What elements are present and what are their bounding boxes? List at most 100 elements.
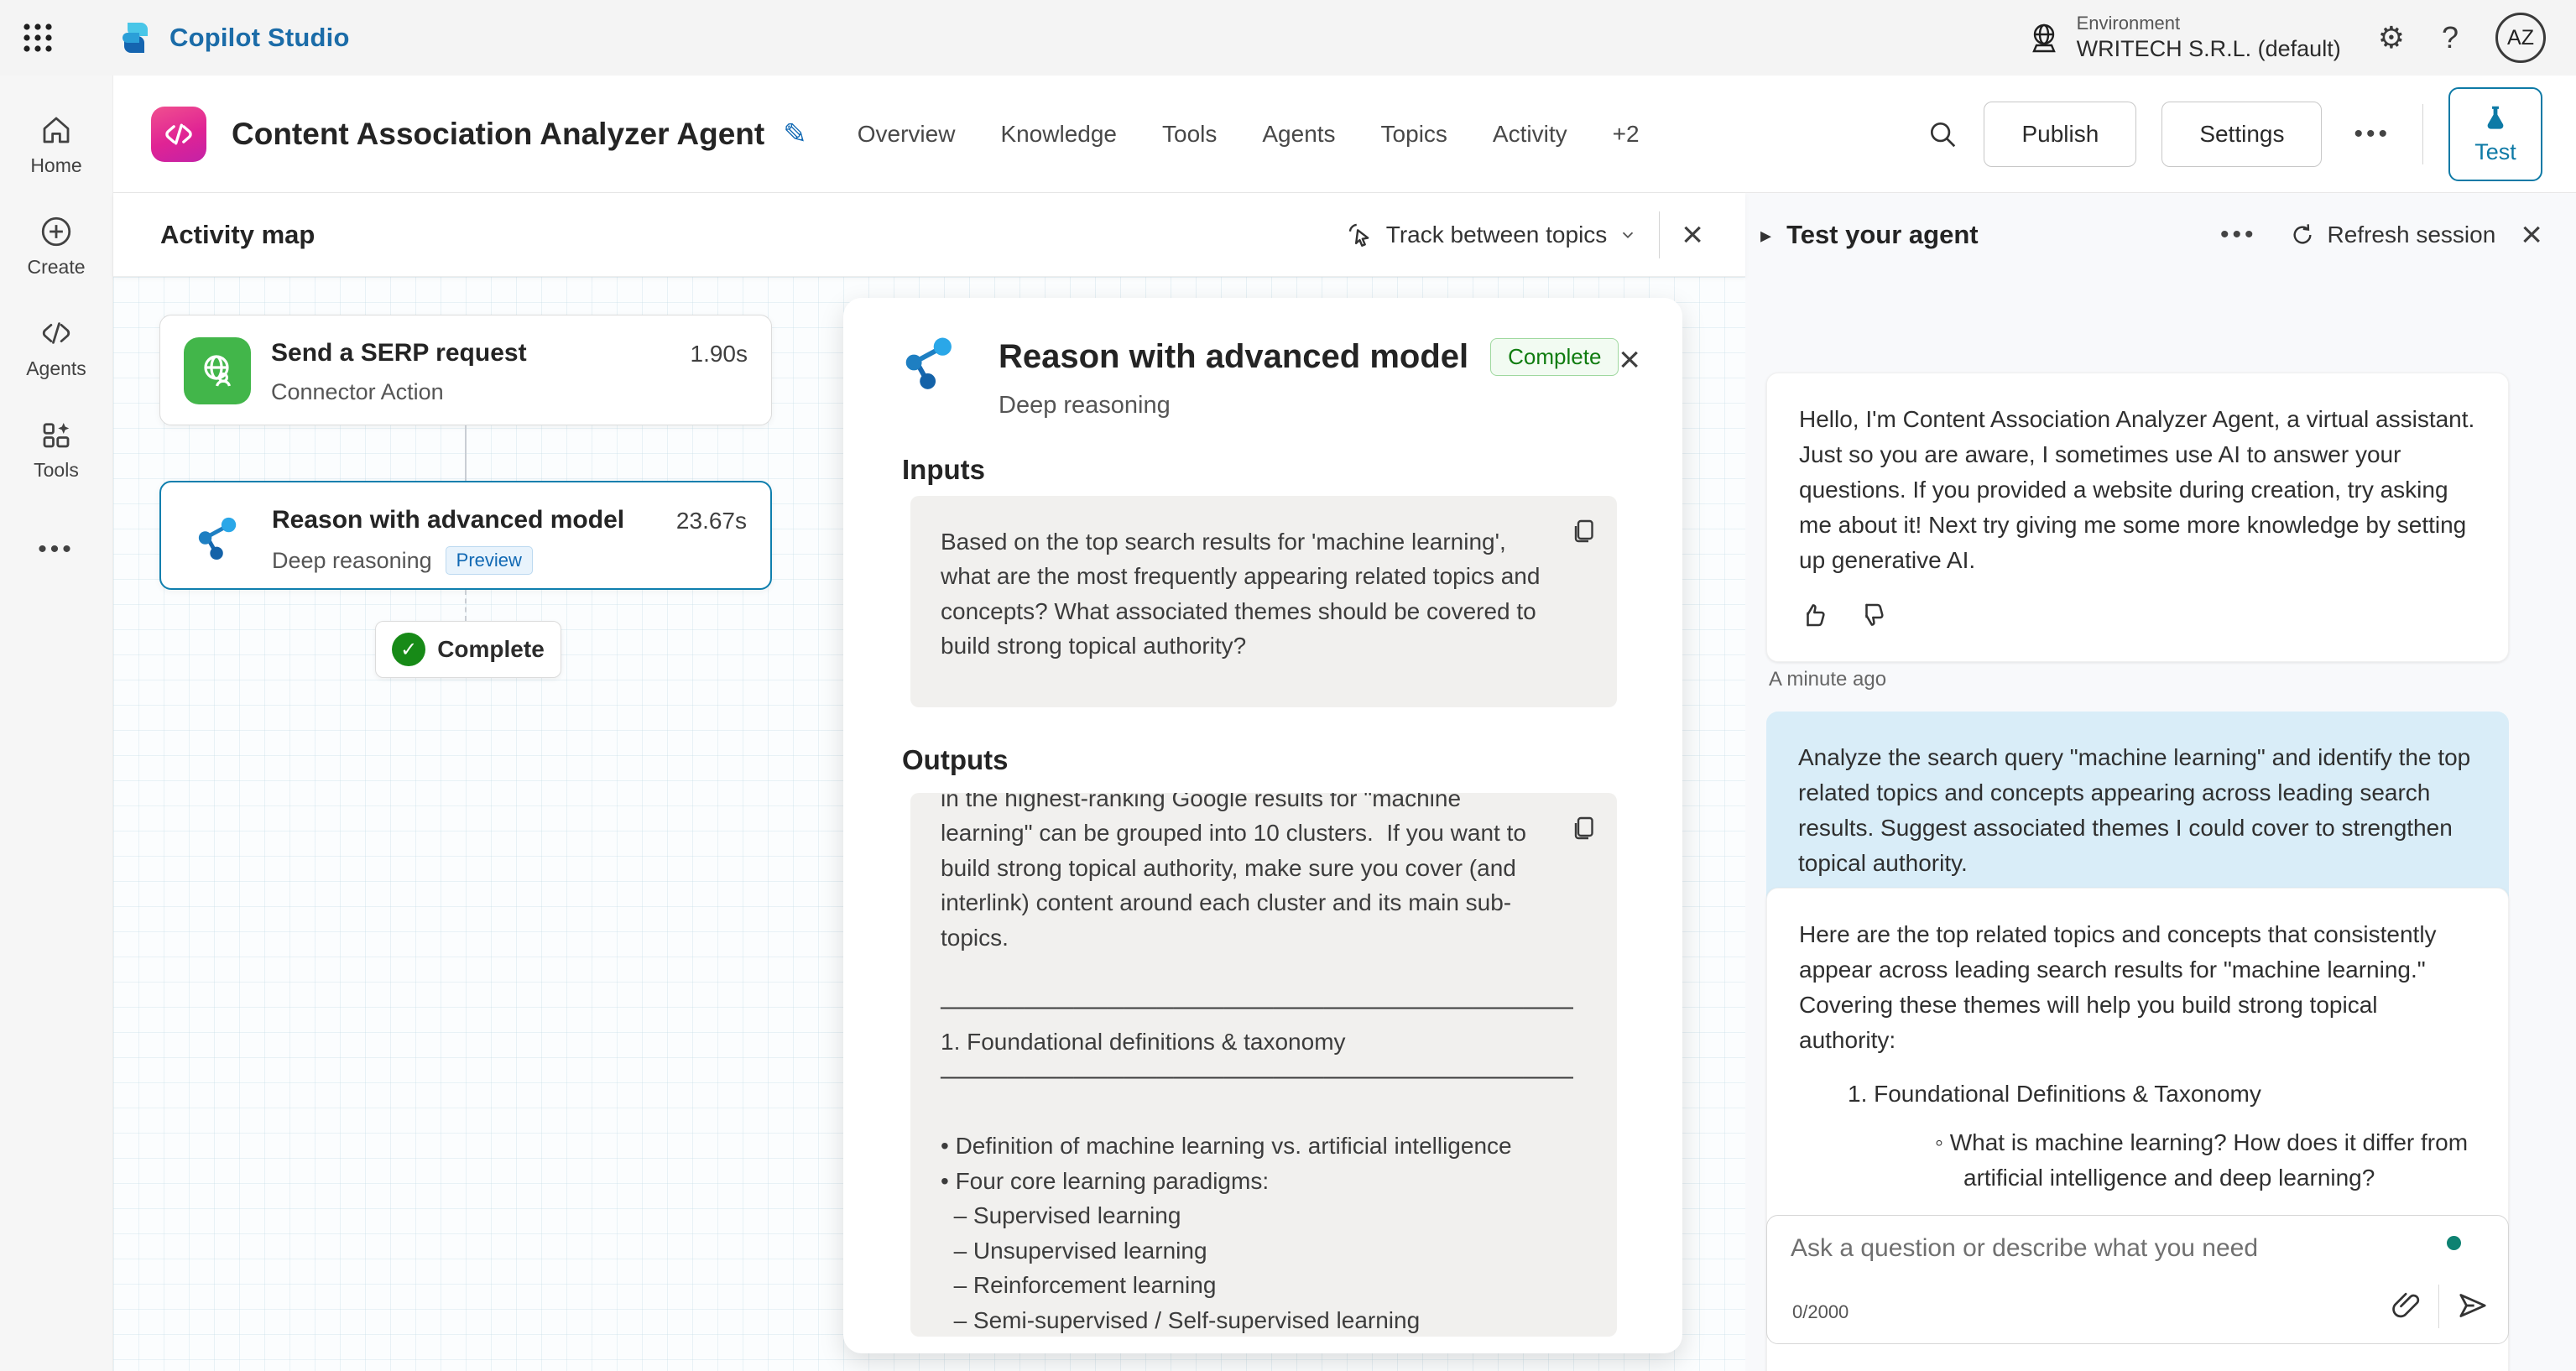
copy-inputs-icon[interactable] xyxy=(1568,516,1598,549)
sidebar-item-tools[interactable]: Tools xyxy=(0,417,112,482)
app-launcher-waffle-icon[interactable] xyxy=(0,0,76,76)
check-icon: ✓ xyxy=(392,633,425,666)
branch-share-icon xyxy=(902,335,957,390)
detail-subtitle: Deep reasoning xyxy=(999,392,1171,420)
char-counter: 0/2000 xyxy=(1792,1301,1849,1323)
bot-message-list-item: 1. Foundational Definitions & Taxonomy xyxy=(1799,1076,2476,1112)
tab-topics[interactable]: Topics xyxy=(1381,121,1447,148)
outputs-box[interactable]: in the highest-ranking Google results fo… xyxy=(910,793,1617,1337)
branch-share-icon xyxy=(196,515,241,560)
attach-paperclip-icon[interactable] xyxy=(2390,1290,2422,1324)
flow-node-serp-request[interactable]: Send a SERP request 1.90s Connector Acti… xyxy=(159,315,772,425)
flow-connector-dashed xyxy=(465,590,467,621)
flow-complete-node[interactable]: ✓ Complete xyxy=(375,621,561,678)
outputs-text: in the highest-ranking Google results fo… xyxy=(941,793,1546,1337)
close-test-panel-icon[interactable]: × xyxy=(2521,216,2542,253)
flask-icon xyxy=(2480,102,2511,134)
thumbs-up-icon[interactable] xyxy=(1799,600,1829,633)
search-icon[interactable] xyxy=(1927,118,1958,150)
tab-activity[interactable]: Activity xyxy=(1493,121,1567,148)
chevron-down-icon xyxy=(1619,226,1637,244)
sidebar-item-create[interactable]: Create xyxy=(0,214,112,279)
test-button[interactable]: Test xyxy=(2448,87,2542,181)
node-subtitle-text: Deep reasoning xyxy=(272,548,432,574)
detail-title: Reason with advanced model xyxy=(999,338,1468,376)
flow-connector xyxy=(465,425,467,481)
create-plus-icon xyxy=(39,214,74,249)
activity-map-title: Activity map xyxy=(160,220,315,250)
test-panel-controls: ••• Refresh session × xyxy=(2214,216,2576,253)
chat-input-card: 0/2000 xyxy=(1766,1215,2509,1344)
agent-tabs: Overview Knowledge Tools Agents Topics A… xyxy=(858,121,1640,148)
connector-action-icon xyxy=(184,337,251,404)
globe-person-icon xyxy=(197,351,237,391)
tab-tools[interactable]: Tools xyxy=(1162,121,1217,148)
collapse-panel-icon[interactable]: ▸ xyxy=(1760,222,1771,248)
environment-picker[interactable]: Environment WRITECH S.R.L. (default) xyxy=(2026,12,2341,63)
divider xyxy=(2438,1285,2439,1328)
tab-knowledge[interactable]: Knowledge xyxy=(1000,121,1117,148)
chat-input[interactable] xyxy=(1791,1234,2361,1263)
sidebar-more-icon[interactable]: ••• xyxy=(38,535,75,564)
input-actions xyxy=(2390,1285,2490,1328)
sidebar-item-home[interactable]: Home xyxy=(0,112,112,177)
copy-icon xyxy=(1568,516,1598,546)
flow-node-reason-advanced-model[interactable]: Reason with advanced model 23.67s Deep r… xyxy=(159,481,772,590)
complete-label: Complete xyxy=(437,636,545,663)
edit-agent-icon[interactable]: ✎ xyxy=(783,117,807,151)
test-panel-more-icon[interactable]: ••• xyxy=(2214,221,2264,249)
outputs-heading: Outputs xyxy=(902,744,1008,776)
divider xyxy=(1659,211,1660,258)
settings-gear-icon[interactable]: ⚙ xyxy=(2378,20,2405,55)
deep-reasoning-icon xyxy=(185,504,252,571)
sidebar-item-label: Create xyxy=(27,256,85,279)
thumbs-down-icon[interactable] xyxy=(1858,600,1888,633)
agents-icon xyxy=(39,315,74,351)
environment-text: Environment WRITECH S.R.L. (default) xyxy=(2077,12,2341,63)
node-subtitle: Connector Action xyxy=(271,379,444,405)
activity-map-header: Activity map Track between topics × xyxy=(113,193,1745,277)
sidebar-item-label: Home xyxy=(30,154,81,177)
inputs-text: Based on the top search results for 'mac… xyxy=(941,524,1546,664)
environment-globe-icon xyxy=(2026,20,2062,55)
agent-glyph-icon xyxy=(162,117,196,151)
refresh-icon xyxy=(2289,222,2316,248)
activity-map-panel: Activity map Track between topics × xyxy=(113,193,1745,1371)
node-duration: 1.90s xyxy=(691,341,748,368)
tab-overview[interactable]: Overview xyxy=(858,121,956,148)
sidebar-item-label: Tools xyxy=(34,459,79,482)
send-icon[interactable] xyxy=(2456,1289,2490,1325)
track-between-topics-label: Track between topics xyxy=(1386,222,1608,248)
refresh-session-button[interactable]: Refresh session xyxy=(2289,222,2496,248)
feedback-row xyxy=(1799,600,2476,633)
more-options-icon[interactable]: ••• xyxy=(2347,120,2397,149)
help-icon[interactable]: ? xyxy=(2442,20,2459,55)
deep-reasoning-icon xyxy=(902,335,957,394)
sidebar-item-agents[interactable]: Agents xyxy=(0,315,112,380)
tab-overflow-count[interactable]: +2 xyxy=(1613,121,1640,148)
inputs-box: Based on the top search results for 'mac… xyxy=(910,496,1617,707)
avatar[interactable]: AZ xyxy=(2495,13,2546,63)
settings-button[interactable]: Settings xyxy=(2161,102,2322,167)
close-detail-icon[interactable]: × xyxy=(1619,341,1640,378)
inputs-heading: Inputs xyxy=(902,454,985,486)
top-bar: Copilot Studio Environment WRITECH S.R.L… xyxy=(0,0,2576,76)
home-icon xyxy=(39,112,74,148)
status-dot xyxy=(2447,1236,2461,1250)
tab-agents[interactable]: Agents xyxy=(1262,121,1335,148)
publish-button[interactable]: Publish xyxy=(1984,102,2136,167)
track-between-topics-button[interactable]: Track between topics xyxy=(1346,221,1638,249)
close-activity-map-icon[interactable]: × xyxy=(1682,216,1703,253)
divider xyxy=(2422,104,2423,164)
bot-message-intro: Here are the top related topics and conc… xyxy=(1799,917,2476,1058)
node-title: Send a SERP request xyxy=(271,339,527,368)
bot-message: Hello, I'm Content Association Analyzer … xyxy=(1766,373,2509,662)
copilot-studio-logo[interactable]: Copilot Studio xyxy=(116,18,350,58)
test-button-label: Test xyxy=(2474,139,2516,165)
test-agent-panel: ▸ Test your agent ••• Refresh session × … xyxy=(1745,193,2576,1371)
agent-header-bar: Content Association Analyzer Agent ✎ Ove… xyxy=(113,76,2576,193)
chat-area[interactable]: Hello, I'm Content Association Analyzer … xyxy=(1745,277,2576,1371)
activity-map-canvas[interactable]: Send a SERP request 1.90s Connector Acti… xyxy=(113,277,1745,1371)
bot-message-text: Hello, I'm Content Association Analyzer … xyxy=(1799,402,2476,578)
copy-outputs-icon[interactable] xyxy=(1568,813,1598,846)
